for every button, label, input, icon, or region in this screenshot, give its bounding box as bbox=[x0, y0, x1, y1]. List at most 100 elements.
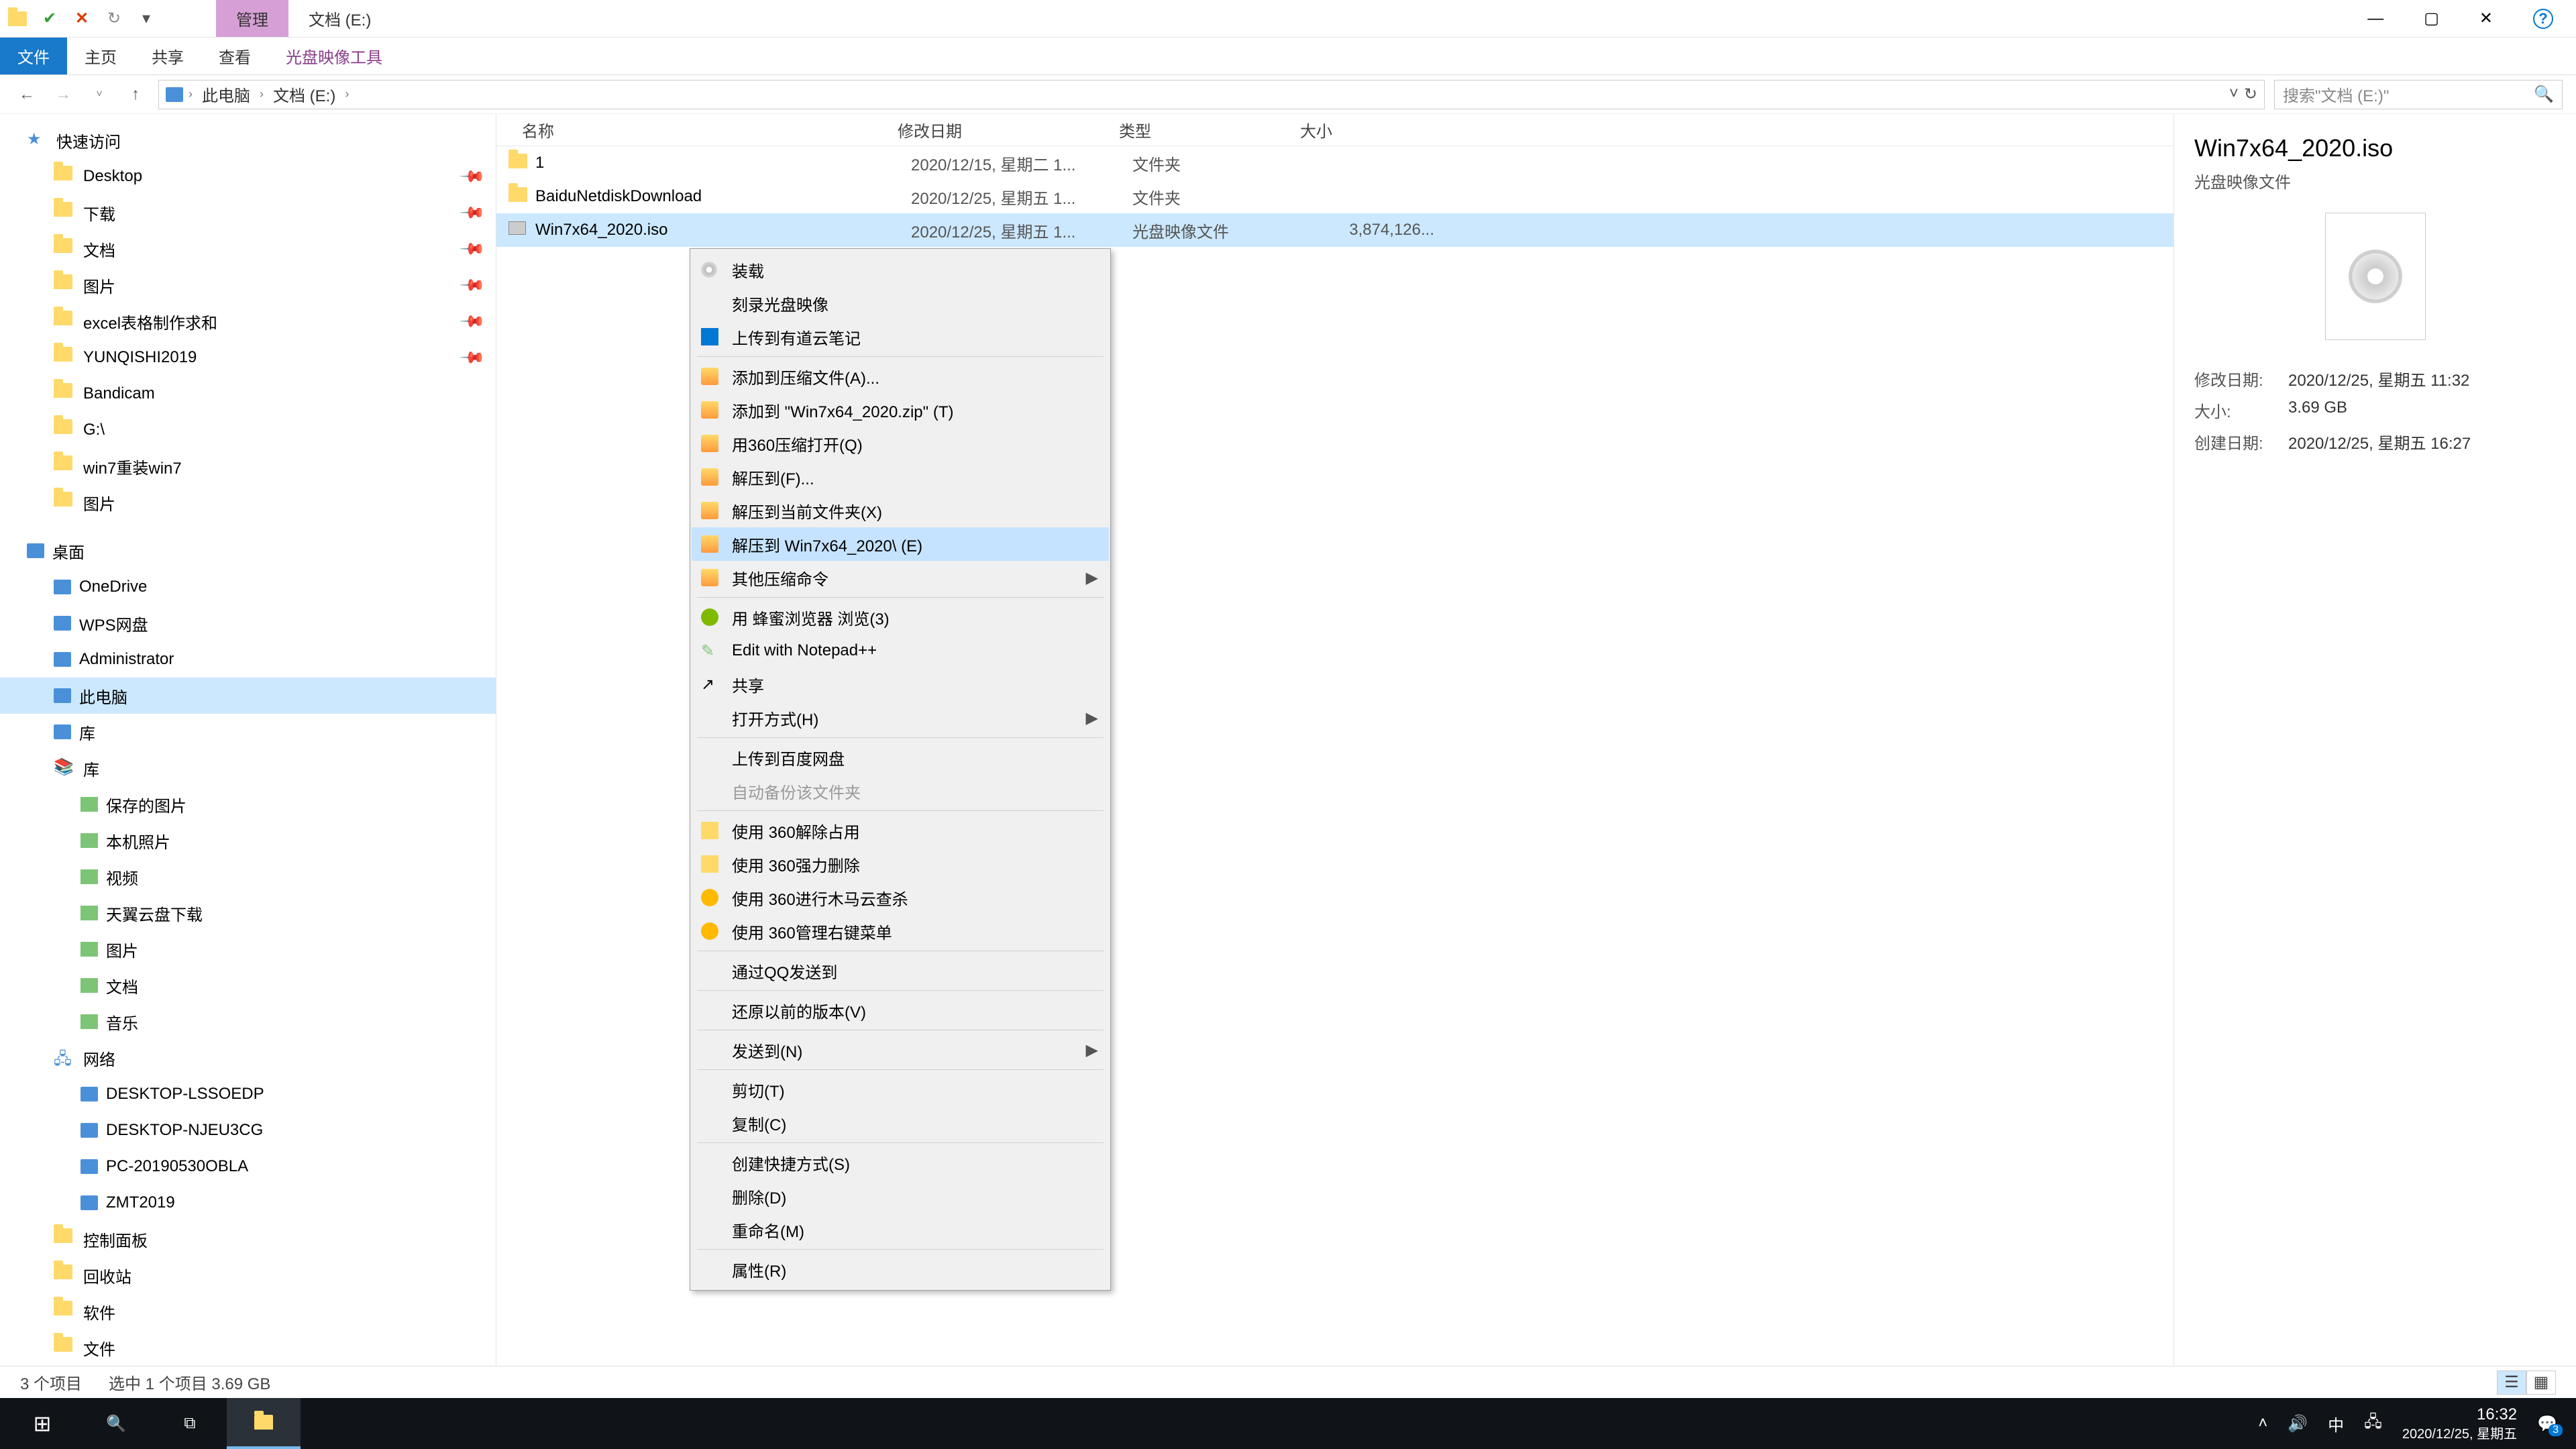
tree-item[interactable]: YUNQISHI2019📌 bbox=[0, 339, 496, 376]
context-menu-item[interactable]: 用360压缩打开(Q) bbox=[692, 427, 1109, 460]
help-button[interactable]: ? bbox=[2533, 9, 2553, 29]
check-icon[interactable]: ✔ bbox=[40, 9, 59, 28]
action-center-icon[interactable]: 💬3 bbox=[2537, 1414, 2557, 1434]
minimize-button[interactable]: — bbox=[2367, 9, 2383, 28]
file-row[interactable]: BaiduNetdiskDownload 2020/12/25, 星期五 1..… bbox=[496, 180, 2174, 213]
cross-icon[interactable]: ✕ bbox=[72, 9, 91, 28]
context-menu-item[interactable]: 上传到百度网盘 bbox=[692, 741, 1109, 774]
tree-item[interactable]: Bandicam bbox=[0, 376, 496, 412]
address-dropdown-icon[interactable]: ˅ bbox=[2229, 85, 2239, 104]
context-menu-item[interactable]: 使用 360强力删除 bbox=[692, 847, 1109, 881]
context-menu-item[interactable]: 刻录光盘映像 bbox=[692, 286, 1109, 320]
tab-file[interactable]: 文件 bbox=[0, 38, 67, 74]
tree-item[interactable]: 天翼云盘下载 bbox=[0, 895, 496, 931]
tree-item[interactable]: OneDrive bbox=[0, 569, 496, 605]
tab-share[interactable]: 共享 bbox=[134, 38, 201, 74]
context-menu-item[interactable]: 还原以前的版本(V) bbox=[692, 994, 1109, 1027]
breadcrumb-box[interactable]: › 此电脑 › 文档 (E:) › ˅ ↻ bbox=[158, 80, 2265, 109]
context-menu-item[interactable]: 自动备份该文件夹 bbox=[692, 774, 1109, 808]
context-menu-item[interactable]: ✎Edit with Notepad++ bbox=[692, 634, 1109, 667]
tree-item[interactable]: excel表格制作求和📌 bbox=[0, 303, 496, 339]
tree-item[interactable]: 文档 bbox=[0, 967, 496, 1004]
chevron-right-icon[interactable]: › bbox=[189, 87, 193, 101]
context-menu-item[interactable]: 使用 360进行木马云查杀 bbox=[692, 881, 1109, 914]
context-menu-item[interactable]: 用 蜂蜜浏览器 浏览(3) bbox=[692, 600, 1109, 634]
network-icon[interactable]: 🖧 bbox=[2364, 1410, 2382, 1438]
context-menu-item[interactable]: 打开方式(H)▶ bbox=[692, 701, 1109, 735]
explorer-taskbar-button[interactable] bbox=[227, 1398, 301, 1449]
tree-item[interactable]: PC-20190530OBLA bbox=[0, 1148, 496, 1185]
tab-home[interactable]: 主页 bbox=[67, 38, 134, 74]
context-menu[interactable]: 装载刻录光盘映像上传到有道云笔记添加到压缩文件(A)...添加到 "Win7x6… bbox=[690, 248, 1111, 1291]
up-button[interactable]: ↑ bbox=[122, 81, 149, 108]
tree-item[interactable]: 文档📌 bbox=[0, 231, 496, 267]
breadcrumb[interactable]: 文档 (E:) bbox=[269, 83, 339, 106]
close-button[interactable]: ✕ bbox=[2479, 9, 2493, 28]
tree-network[interactable]: 🖧网络 bbox=[0, 1040, 496, 1076]
context-tab[interactable]: 管理 bbox=[216, 0, 288, 37]
context-menu-item[interactable]: ↗共享 bbox=[692, 667, 1109, 701]
tree-desktop[interactable]: 桌面 bbox=[0, 533, 496, 569]
column-headers[interactable]: 名称 修改日期 类型 大小 bbox=[496, 114, 2174, 146]
tree-item[interactable]: 保存的图片 bbox=[0, 786, 496, 822]
tree-item[interactable]: 本机照片 bbox=[0, 822, 496, 859]
context-menu-item[interactable]: 添加到 "Win7x64_2020.zip" (T) bbox=[692, 393, 1109, 427]
tree-item[interactable]: G:\ bbox=[0, 412, 496, 448]
volume-icon[interactable]: 🔊 bbox=[2288, 1414, 2308, 1434]
col-type[interactable]: 类型 bbox=[1119, 118, 1300, 142]
tree-item[interactable]: DESKTOP-LSSOEDP bbox=[0, 1076, 496, 1112]
col-size[interactable]: 大小 bbox=[1300, 118, 1434, 142]
tree-item[interactable]: 图片📌 bbox=[0, 267, 496, 303]
tree-item[interactable]: Administrator bbox=[0, 641, 496, 678]
context-menu-item[interactable]: 解压到(F)... bbox=[692, 460, 1109, 494]
start-button[interactable]: ⊞ bbox=[5, 1398, 79, 1449]
recent-dropdown[interactable]: ˅ bbox=[86, 81, 113, 108]
tree-item[interactable]: 音乐 bbox=[0, 1004, 496, 1040]
chevron-right-icon[interactable]: › bbox=[345, 87, 349, 101]
taskbar[interactable]: ⊞ 🔍 ⧉ ˄ 🔊 中 🖧 16:32 2020/12/25, 星期五 💬3 bbox=[0, 1398, 2576, 1449]
context-menu-item[interactable]: 删除(D) bbox=[692, 1179, 1109, 1213]
file-row[interactable]: Win7x64_2020.iso 2020/12/25, 星期五 1... 光盘… bbox=[496, 213, 2174, 247]
tree-item[interactable]: 图片 bbox=[0, 931, 496, 967]
search-input[interactable]: 搜索"文档 (E:)" 🔍 bbox=[2274, 80, 2563, 109]
forward-button[interactable]: → bbox=[50, 81, 76, 108]
refresh-icon[interactable]: ↻ bbox=[2244, 85, 2257, 104]
task-view-button[interactable]: ⧉ bbox=[153, 1398, 227, 1449]
tree-item[interactable]: 库 bbox=[0, 714, 496, 750]
context-menu-item[interactable]: 解压到 Win7x64_2020\ (E) bbox=[692, 527, 1109, 561]
search-icon[interactable]: 🔍 bbox=[2534, 85, 2554, 104]
context-menu-item[interactable]: 使用 360解除占用 bbox=[692, 814, 1109, 847]
tree-item[interactable]: 图片 bbox=[0, 484, 496, 521]
tab-view[interactable]: 查看 bbox=[201, 38, 268, 74]
tree-item[interactable]: win7重装win7 bbox=[0, 448, 496, 484]
navigation-tree[interactable]: ★快速访问 Desktop📌下载📌文档📌图片📌excel表格制作求和📌YUNQI… bbox=[0, 114, 496, 1366]
context-menu-item[interactable]: 解压到当前文件夹(X) bbox=[692, 494, 1109, 527]
redo-icon[interactable]: ↻ bbox=[105, 9, 123, 28]
clock[interactable]: 16:32 2020/12/25, 星期五 bbox=[2402, 1404, 2517, 1442]
tree-item[interactable]: ZMT2019 bbox=[0, 1185, 496, 1221]
context-menu-item[interactable]: 其他压缩命令▶ bbox=[692, 561, 1109, 594]
context-menu-item[interactable]: 属性(R) bbox=[692, 1252, 1109, 1286]
search-button[interactable]: 🔍 bbox=[79, 1398, 153, 1449]
context-menu-item[interactable]: 创建快捷方式(S) bbox=[692, 1146, 1109, 1179]
context-menu-item[interactable]: 使用 360管理右键菜单 bbox=[692, 914, 1109, 948]
context-menu-item[interactable]: 发送到(N)▶ bbox=[692, 1033, 1109, 1067]
qat-dropdown-icon[interactable]: ▾ bbox=[137, 9, 156, 28]
context-menu-item[interactable]: 通过QQ发送到 bbox=[692, 954, 1109, 987]
maximize-button[interactable]: ▢ bbox=[2424, 9, 2439, 28]
tree-item[interactable]: Desktop📌 bbox=[0, 158, 496, 195]
tree-quick-access[interactable]: ★快速访问 bbox=[0, 122, 496, 158]
tree-item[interactable]: 视频 bbox=[0, 859, 496, 895]
tray-chevron-icon[interactable]: ˄ bbox=[2258, 1414, 2267, 1433]
context-menu-item[interactable]: 剪切(T) bbox=[692, 1073, 1109, 1106]
tree-item[interactable]: WPS网盘 bbox=[0, 605, 496, 641]
tree-item[interactable]: 此电脑 bbox=[0, 678, 496, 714]
tree-item[interactable]: DESKTOP-NJEU3CG bbox=[0, 1112, 496, 1148]
system-tray[interactable]: ˄ 🔊 中 🖧 16:32 2020/12/25, 星期五 💬3 bbox=[2258, 1404, 2571, 1442]
tree-item[interactable]: 回收站 bbox=[0, 1257, 496, 1293]
back-button[interactable]: ← bbox=[13, 81, 40, 108]
col-date[interactable]: 修改日期 bbox=[898, 118, 1119, 142]
context-menu-item[interactable]: 添加到压缩文件(A)... bbox=[692, 360, 1109, 393]
context-menu-item[interactable]: 复制(C) bbox=[692, 1106, 1109, 1140]
tab-disc-tools[interactable]: 光盘映像工具 bbox=[268, 38, 400, 74]
